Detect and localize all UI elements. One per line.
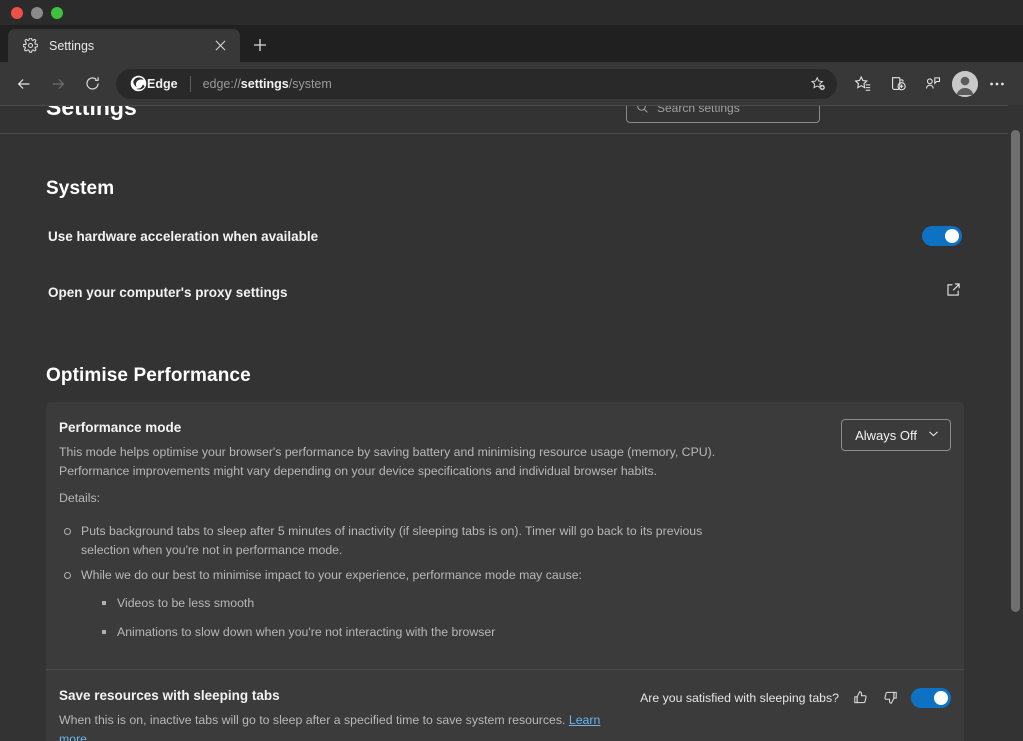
minimise-window-button[interactable]	[31, 6, 43, 19]
hardware-acceleration-toggle[interactable]	[922, 226, 962, 246]
performance-card: Performance mode This mode helps optimis…	[46, 402, 964, 741]
block-sleeping-tabs: Save resources with sleeping tabs When t…	[46, 668, 964, 741]
sub-bullet-item: Animations to slow down when you're not …	[81, 623, 719, 641]
settings-page: Settings Search settings System Use hard…	[0, 105, 1010, 741]
page-scrollbar[interactable]	[1008, 105, 1023, 741]
address-bar[interactable]: Edge edge://settings/system	[116, 68, 837, 99]
feedback-question: Are you satisfied with sleeping tabs?	[640, 690, 839, 705]
back-icon[interactable]	[8, 68, 40, 100]
external-link-icon[interactable]	[945, 281, 962, 303]
edge-label: Edge	[147, 76, 178, 91]
browser-toolbar: Edge edge://settings/system	[0, 62, 1023, 105]
thumbs-up-icon[interactable]	[851, 689, 869, 707]
favorites-icon[interactable]	[847, 68, 879, 100]
settings-page-header: Settings Search settings	[0, 105, 1010, 128]
title-bar	[0, 0, 1023, 25]
maximise-window-button[interactable]	[51, 6, 63, 19]
row-hardware-acceleration[interactable]: Use hardware acceleration when available	[46, 208, 964, 264]
bullet-item: Puts background tabs to sleep after 5 mi…	[59, 522, 719, 559]
sleeping-tabs-header: Save resources with sleeping tabs When t…	[59, 687, 951, 741]
url-suffix: /system	[288, 76, 332, 91]
performance-mode-title: Performance mode	[59, 420, 182, 435]
tab-strip: Settings	[0, 25, 1023, 62]
browser-essentials-icon[interactable]	[917, 68, 949, 100]
toggle-knob	[945, 229, 959, 243]
bullet-item: While we do our best to minimise impact …	[59, 566, 719, 641]
tab-title: Settings	[49, 38, 95, 53]
search-settings-input[interactable]: Search settings	[626, 105, 820, 123]
bullet-text: While we do our best to minimise impact …	[81, 568, 582, 583]
page-title: Settings	[46, 105, 137, 120]
section-heading-system: System	[46, 178, 115, 199]
sleeping-tabs-feedback: Are you satisfied with sleeping tabs?	[640, 687, 951, 708]
block-performance-mode: Performance mode This mode helps optimis…	[46, 402, 964, 669]
gear-icon	[22, 38, 38, 54]
performance-mode-description-text: This mode helps optimise your browser's …	[59, 445, 716, 479]
sleeping-tabs-title: Save resources with sleeping tabs	[59, 687, 280, 703]
performance-mode-dropdown-value: Always Off	[855, 427, 917, 443]
performance-mode-description: This mode helps optimise your browser's …	[59, 443, 731, 508]
browser-window: Settings Edge edge://settings/system Set…	[0, 0, 1023, 741]
more-options-icon[interactable]	[981, 68, 1013, 100]
url-text: edge://settings/system	[203, 77, 805, 91]
search-placeholder: Search settings	[657, 105, 740, 115]
tab-settings[interactable]: Settings	[8, 29, 240, 62]
performance-mode-bullets: Puts background tabs to sleep after 5 mi…	[59, 522, 951, 641]
sleeping-tabs-description: When this is on, inactive tabs will go t…	[59, 711, 624, 741]
new-tab-button[interactable]	[246, 31, 274, 59]
row-label: Open your computer's proxy settings	[48, 284, 288, 300]
thumbs-down-icon[interactable]	[881, 689, 899, 707]
url-bold: settings	[240, 76, 289, 91]
url-prefix: edge://	[202, 76, 241, 91]
settings-page-viewport: Settings Search settings System Use hard…	[0, 105, 1023, 741]
sleeping-tabs-toggle[interactable]	[911, 687, 951, 708]
refresh-icon[interactable]	[76, 68, 108, 100]
chevron-down-icon	[927, 427, 940, 443]
header-divider	[0, 133, 1010, 134]
settings-content: System Use hardware acceleration when av…	[0, 178, 1010, 741]
scrollbar-thumb[interactable]	[1011, 130, 1020, 612]
sleeping-tabs-description-text: When this is on, inactive tabs will go t…	[59, 712, 569, 727]
close-window-button[interactable]	[11, 6, 23, 19]
toolbar-right-actions	[847, 68, 1013, 100]
forward-icon[interactable]	[42, 68, 74, 100]
edge-logo-icon	[130, 75, 147, 92]
sub-bullet-item: Videos to be less smooth	[81, 594, 719, 612]
performance-mode-header: Performance mode This mode helps optimis…	[59, 419, 951, 508]
section-heading-optimise-performance: Optimise Performance	[46, 365, 251, 386]
row-label: Use hardware acceleration when available	[48, 228, 319, 244]
performance-mode-details-label: Details:	[59, 491, 101, 506]
performance-mode-dropdown[interactable]: Always Off	[841, 419, 951, 451]
search-icon	[637, 105, 648, 113]
add-favorite-icon[interactable]	[805, 71, 831, 97]
row-proxy-settings[interactable]: Open your computer's proxy settings	[46, 264, 964, 320]
toggle-knob	[934, 690, 948, 705]
collections-icon[interactable]	[882, 68, 914, 100]
performance-mode-sub-bullets: Videos to be less smooth Animations to s…	[81, 594, 719, 642]
omnibox-divider	[189, 75, 191, 92]
close-icon[interactable]	[210, 36, 230, 56]
viewport-top-divider	[0, 105, 1023, 106]
avatar[interactable]	[952, 70, 978, 97]
